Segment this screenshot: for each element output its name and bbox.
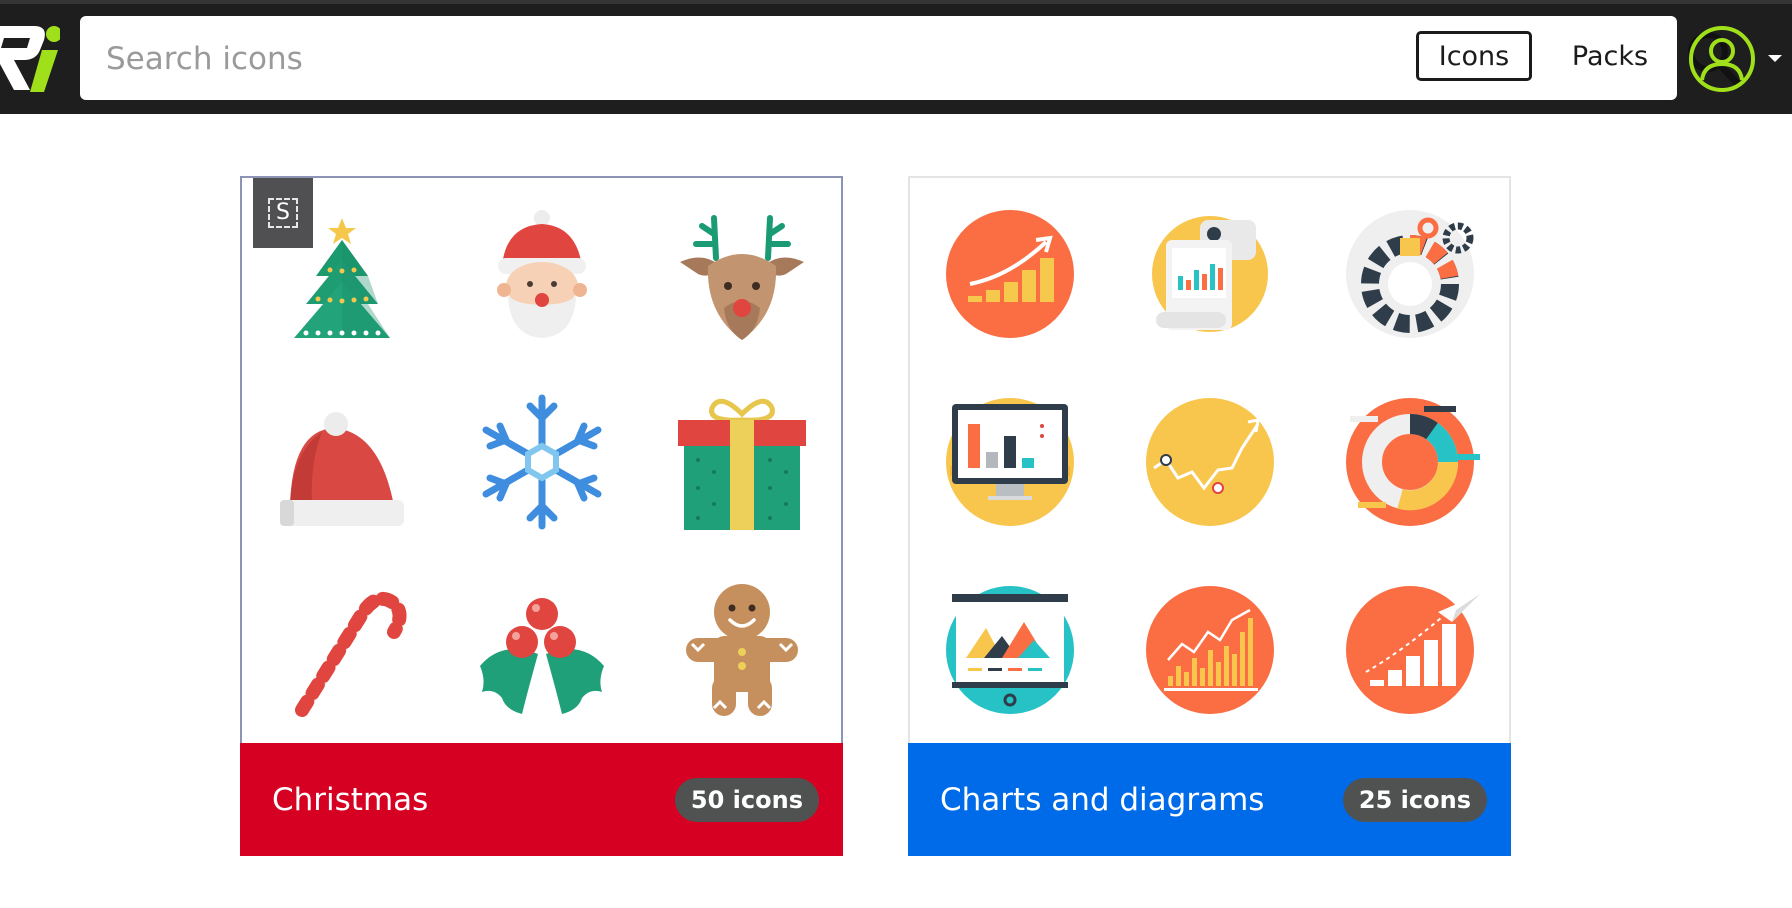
pack-title: Christmas [272, 781, 429, 818]
report-documents-icon [1152, 216, 1268, 332]
donut-chart-icon [1346, 398, 1480, 526]
pack-footer: Charts and diagrams 25 icons [908, 743, 1511, 856]
tab-packs-button[interactable]: Packs [1558, 31, 1662, 81]
top-navigation-bar: Icons Packs [0, 0, 1792, 114]
santa-hat-icon [280, 412, 404, 526]
pack-card-charts-and-diagrams[interactable]: Charts and diagrams 25 icons [908, 176, 1511, 856]
line-graph-icon [1146, 398, 1274, 526]
icon-count-badge: 25 icons [1342, 777, 1487, 822]
icon-preview-grid [242, 178, 841, 743]
snowflake-icon [482, 394, 602, 530]
style-badge[interactable]: S [253, 178, 313, 248]
search-bar: Icons Packs [80, 16, 1742, 100]
icon-count-badge: 50 icons [674, 777, 819, 822]
search-input[interactable] [104, 30, 1388, 88]
candy-cane-icon [295, 592, 407, 717]
monitor-chart-icon [946, 398, 1074, 526]
pack-footer: Christmas 50 icons [240, 743, 843, 856]
holly-berries-icon [480, 598, 604, 714]
santa-claus-icon [497, 210, 587, 338]
growth-bars-icon [946, 210, 1074, 338]
pack-title: Charts and diagrams [940, 781, 1265, 818]
paper-plane-chart-icon [1346, 586, 1480, 714]
reindeer-icon [680, 215, 804, 340]
top-strip [0, 0, 1792, 4]
brand-logo-icon[interactable] [0, 20, 60, 98]
settings-gears-icon [1346, 210, 1474, 338]
chevron-down-icon [1768, 55, 1782, 62]
gingerbread-man-icon [686, 584, 798, 716]
tab-icons-button[interactable]: Icons [1416, 31, 1532, 81]
presentation-board-icon [946, 586, 1074, 714]
bar-line-chart-icon [1146, 586, 1274, 714]
icon-preview-grid [910, 178, 1509, 743]
pack-card-christmas[interactable]: S Christmas 50 icons [240, 176, 843, 856]
user-menu-button[interactable] [1688, 24, 1788, 94]
style-badge-label: S [268, 198, 298, 228]
user-avatar-icon [1689, 26, 1782, 92]
gift-box-icon [678, 398, 806, 530]
